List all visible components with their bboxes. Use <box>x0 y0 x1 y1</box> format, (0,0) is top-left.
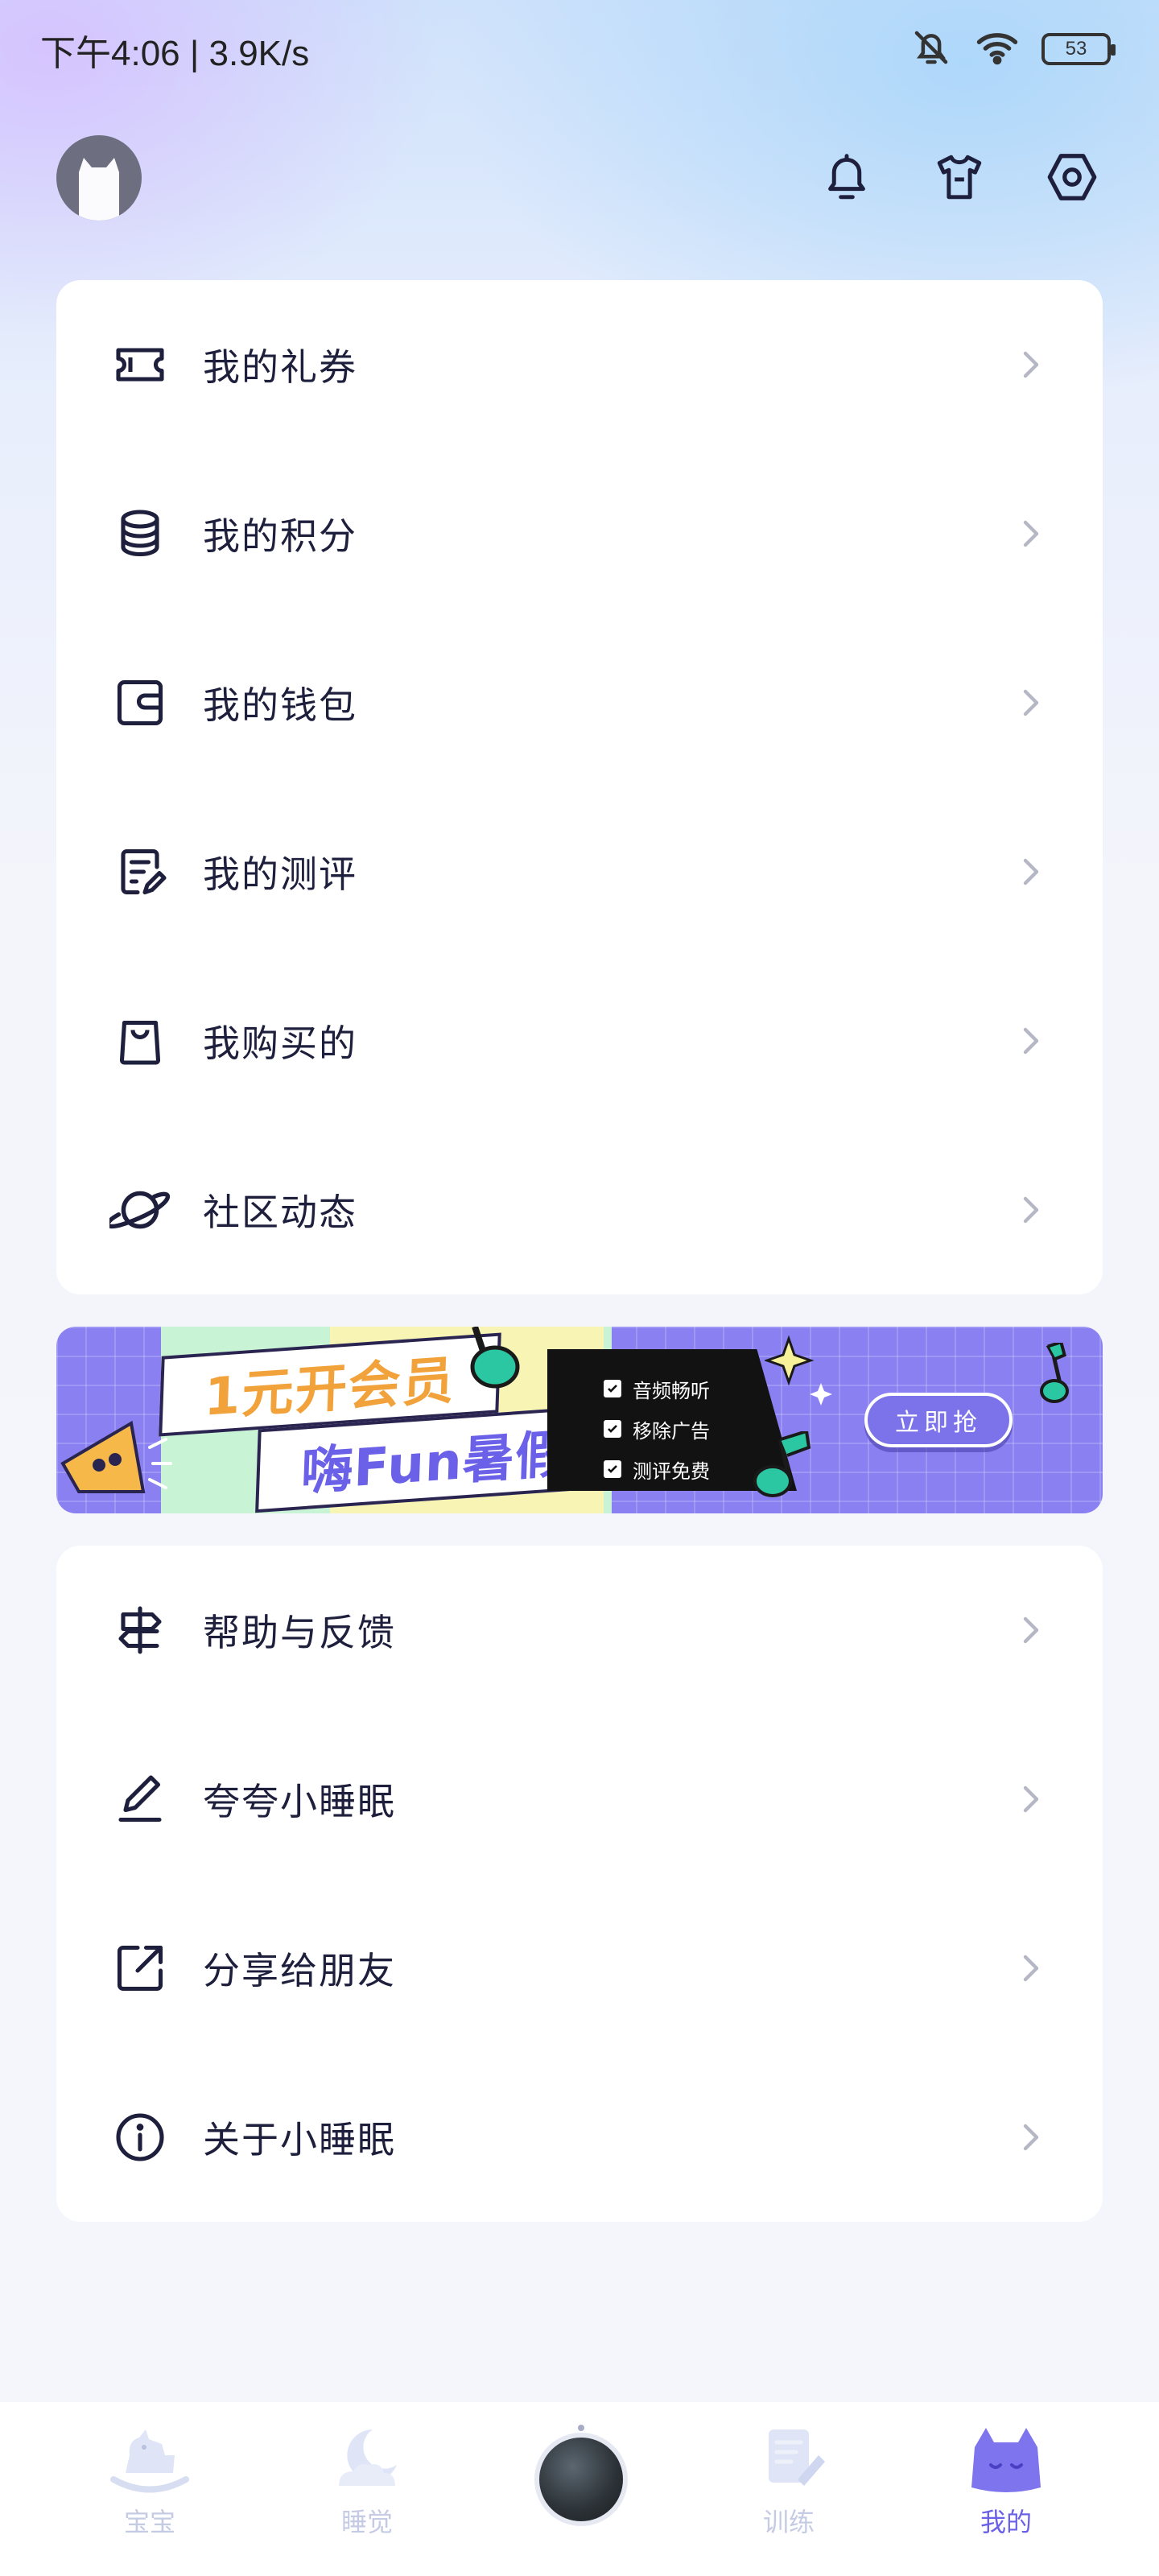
chevron-right-icon <box>1023 1196 1039 1224</box>
shopping-bag-icon <box>109 1010 171 1071</box>
music-note-icon <box>1040 1343 1069 1403</box>
avatar[interactable] <box>56 135 142 221</box>
megaphone-icon <box>60 1420 172 1493</box>
menu-item-about[interactable]: 关于小睡眠 <box>56 2053 1103 2222</box>
sparkle-icon <box>765 1335 832 1406</box>
tab-training[interactable]: 训练 <box>708 2423 869 2539</box>
checkbox-icon <box>604 1420 621 1438</box>
menu-item-label: 我购买的 <box>203 1022 357 1065</box>
progress-dot <box>578 2425 584 2431</box>
music-note-icon <box>753 1431 811 1497</box>
chevron-right-icon <box>1023 2124 1039 2151</box>
menu-item-label: 关于小睡眠 <box>203 2118 396 2161</box>
wallet-icon <box>109 672 171 733</box>
chevron-right-icon <box>1023 689 1039 716</box>
menu-item-label: 我的钱包 <box>203 683 357 727</box>
tab-sleep[interactable]: 睡觉 <box>287 2423 448 2539</box>
grab-now-button[interactable]: 立即抢 <box>864 1393 1013 1447</box>
bell-icon[interactable] <box>816 147 877 208</box>
bottom-nav: 宝宝 睡觉 训练 我的 <box>0 2402 1159 2576</box>
ticket-icon <box>109 334 171 395</box>
menu-item-help-feedback[interactable]: 帮助与反馈 <box>56 1546 1103 1715</box>
music-note-icon <box>470 1327 520 1389</box>
checkbox-icon <box>604 1460 621 1478</box>
notebook-icon <box>769 2429 825 2486</box>
tab-label: 我的 <box>980 2507 1032 2537</box>
chevron-right-icon <box>1023 1616 1039 1644</box>
chevron-right-icon <box>1023 1027 1039 1055</box>
chevron-right-icon <box>1023 1785 1039 1813</box>
share-icon <box>109 1938 171 1999</box>
status-bar: 下午4:06 | 3.9K/s 53 <box>0 0 1159 100</box>
status-time-speed: 下午4:06 | 3.9K/s <box>40 34 310 73</box>
rocking-horse-icon <box>110 2429 189 2493</box>
menu-item-label: 我的测评 <box>203 852 357 896</box>
tab-baby[interactable]: 宝宝 <box>69 2423 230 2539</box>
shirt-icon[interactable] <box>929 147 990 208</box>
planet-icon <box>109 1179 171 1241</box>
menu-item-label: 社区动态 <box>203 1191 357 1234</box>
settings-icon[interactable] <box>1041 147 1103 208</box>
now-playing-button[interactable] <box>534 2433 628 2526</box>
menu-card-secondary: 帮助与反馈 夸夸小睡眠 分享给朋友 关于小睡眠 <box>56 1546 1103 2222</box>
coins-icon <box>109 503 171 564</box>
battery-indicator: 53 <box>1041 33 1116 65</box>
tab-label: 训练 <box>762 2507 815 2537</box>
menu-item-community[interactable]: 社区动态 <box>56 1125 1103 1294</box>
info-icon <box>109 2107 171 2168</box>
menu-item-share[interactable]: 分享给朋友 <box>56 1884 1103 2053</box>
chevron-right-icon <box>1023 1955 1039 1982</box>
checkbox-icon <box>604 1380 621 1397</box>
pen-icon <box>109 1769 171 1830</box>
menu-item-praise[interactable]: 夸夸小睡眠 <box>56 1715 1103 1884</box>
menu-item-label: 我的礼券 <box>203 345 357 389</box>
menu-item-label: 夸夸小睡眠 <box>203 1780 396 1823</box>
menu-item-label: 分享给朋友 <box>203 1949 396 1992</box>
status-icons: 53 <box>909 26 1116 72</box>
chevron-right-icon <box>1023 351 1039 378</box>
header-actions <box>816 147 1103 208</box>
menu-card-primary: 我的礼券 我的积分 我的钱包 我的测评 我购买的 社区动态 <box>56 280 1103 1294</box>
menu-item-assessments[interactable]: 我的测评 <box>56 787 1103 956</box>
signpost-icon <box>109 1600 171 1661</box>
menu-item-wallet[interactable]: 我的钱包 <box>56 618 1103 787</box>
tab-label: 睡觉 <box>340 2507 393 2537</box>
cat-icon <box>971 2428 1041 2492</box>
tab-me[interactable]: 我的 <box>926 2423 1087 2539</box>
chevron-right-icon <box>1023 520 1039 547</box>
tab-label: 宝宝 <box>123 2507 175 2537</box>
promo-banner[interactable]: 1元开会员 嗨Fun暑假 音频畅听 移除广告 测评免费 立即抢 <box>56 1327 1103 1513</box>
menu-item-points[interactable]: 我的积分 <box>56 449 1103 618</box>
menu-item-purchases[interactable]: 我购买的 <box>56 956 1103 1125</box>
chevron-right-icon <box>1023 858 1039 886</box>
menu-item-coupons[interactable]: 我的礼券 <box>56 280 1103 449</box>
wifi-icon <box>974 26 1021 72</box>
menu-item-label: 帮助与反馈 <box>203 1611 396 1654</box>
menu-item-label: 我的积分 <box>203 514 357 558</box>
mute-bell-icon <box>909 26 953 72</box>
moon-cloud-icon <box>339 2429 397 2486</box>
assessment-icon <box>109 841 171 902</box>
